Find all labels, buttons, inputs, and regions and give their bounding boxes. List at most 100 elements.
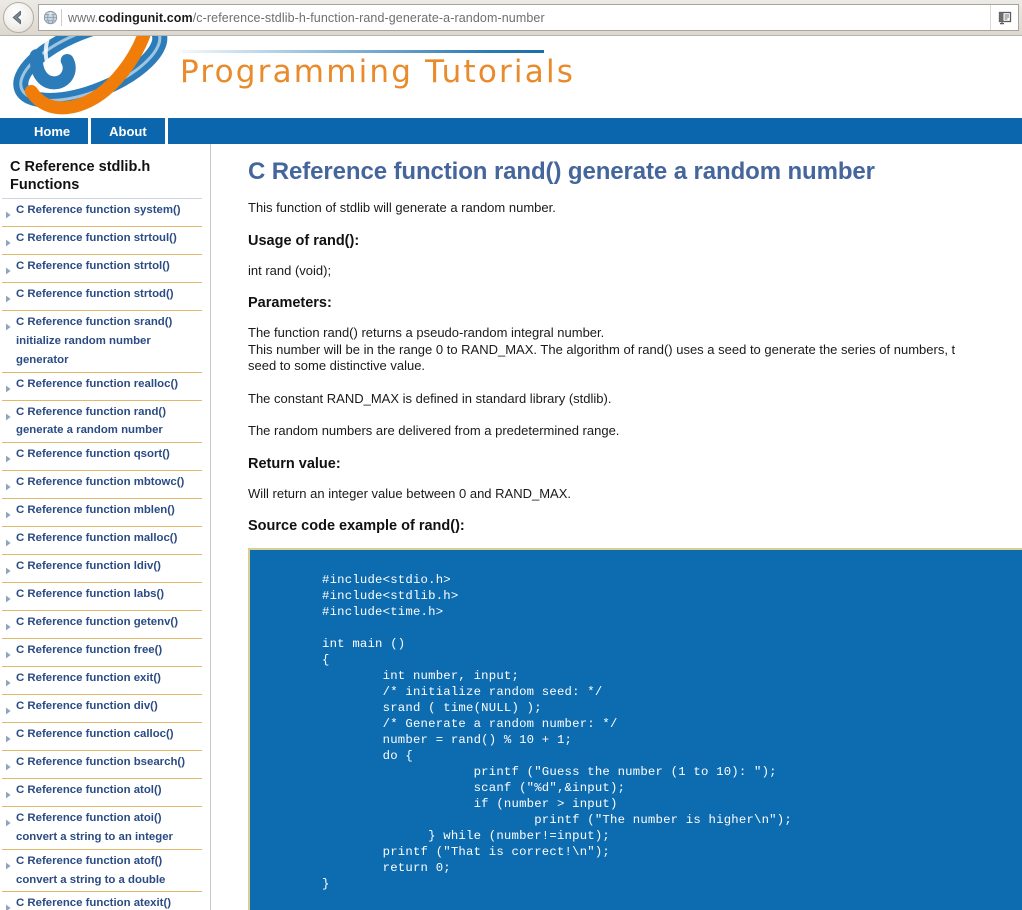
chevron-right-icon bbox=[5, 403, 16, 426]
sidebar-item[interactable]: C Reference function atof() convert a str… bbox=[2, 850, 202, 893]
chevron-right-icon bbox=[5, 753, 16, 776]
sidebar-item-row: C Reference function atof() convert a str… bbox=[2, 851, 202, 891]
chevron-right-icon bbox=[5, 852, 16, 875]
compatibility-view-icon[interactable] bbox=[990, 5, 1018, 30]
sidebar-item[interactable]: C Reference function mblen() bbox=[2, 499, 202, 528]
chevron-right-icon bbox=[5, 669, 16, 692]
parameters-note: The constant RAND_MAX is defined in stan… bbox=[248, 390, 612, 406]
sidebar-item-label: C Reference function atof() convert a str… bbox=[16, 852, 200, 890]
parameters-body: The function rand() returns a pseudo-ran… bbox=[248, 325, 956, 373]
sidebar-item-row: C Reference function exit() bbox=[2, 668, 202, 693]
chevron-right-icon bbox=[5, 313, 16, 336]
sidebar-item-row: C Reference function srand() initialize r… bbox=[2, 312, 202, 370]
chevron-right-icon bbox=[5, 229, 16, 252]
sidebar-item-sublabel: initialize random number generator bbox=[16, 335, 151, 366]
parameters-note-2: The random numbers are delivered from a … bbox=[248, 423, 620, 438]
chevron-right-icon bbox=[5, 585, 16, 608]
sidebar-item-label: C Reference function rand() generate a ra… bbox=[16, 403, 200, 441]
sidebar-item[interactable]: C Reference function getenv() bbox=[2, 611, 202, 640]
sidebar-item[interactable]: C Reference function system() bbox=[2, 198, 202, 228]
sidebar-item-label: C Reference function strtod() bbox=[16, 288, 174, 301]
usage-signature: int rand (void); bbox=[248, 262, 332, 278]
sidebar-item-row: C Reference function qsort() bbox=[2, 444, 202, 469]
sidebar-item[interactable]: C Reference function mbtowc() bbox=[2, 471, 202, 500]
swirl-logo-icon bbox=[6, 36, 172, 118]
sidebar-item-row: C Reference function realloc() bbox=[2, 374, 202, 399]
sidebar-item-label: C Reference function malloc() bbox=[16, 532, 178, 545]
sidebar-item-label: C Reference function getenv() bbox=[16, 616, 179, 629]
site-header: Programming Tutorials bbox=[0, 36, 1022, 118]
sidebar-item-row: C Reference function atoi() convert a str… bbox=[2, 808, 202, 848]
address-bar[interactable]: www.codingunit.com/c-reference-stdlib-h-… bbox=[38, 4, 1019, 31]
source-code-block: #include<stdio.h> #include<stdlib.h> #in… bbox=[248, 548, 1022, 910]
chevron-right-icon bbox=[5, 894, 16, 910]
back-button[interactable] bbox=[3, 2, 34, 33]
intro-paragraph: This function of stdlib will generate a … bbox=[248, 200, 556, 215]
sidebar-item[interactable]: C Reference function strtod() bbox=[2, 283, 202, 312]
sidebar-item-label: C Reference function calloc() bbox=[16, 728, 174, 741]
source-code-text: #include<stdio.h> #include<stdlib.h> #in… bbox=[322, 573, 792, 891]
sidebar-item[interactable]: C Reference function srand() initialize r… bbox=[2, 311, 202, 373]
sidebar-item[interactable]: C Reference function bsearch() bbox=[2, 751, 202, 780]
sidebar-item-row: C Reference function ldiv() bbox=[2, 556, 202, 581]
sidebar-item-label: C Reference function srand() initialize r… bbox=[16, 313, 200, 369]
sidebar-item[interactable]: C Reference function ldiv() bbox=[2, 555, 202, 584]
page-title: C Reference function rand() generate a r… bbox=[248, 158, 875, 185]
chevron-right-icon bbox=[5, 557, 16, 580]
back-arrow-icon bbox=[9, 8, 28, 27]
sidebar-item[interactable]: C Reference function free() bbox=[2, 639, 202, 668]
sidebar-item-row: C Reference function system() bbox=[2, 200, 202, 225]
chevron-right-icon bbox=[5, 529, 16, 552]
sidebar-item-row: C Reference function strtod() bbox=[2, 284, 202, 309]
sidebar-item[interactable]: C Reference function atoi() convert a str… bbox=[2, 807, 202, 850]
sidebar: C Reference stdlib.h Functions C Referen… bbox=[0, 144, 211, 910]
sidebar-item-row: C Reference function atol() bbox=[2, 780, 202, 805]
parameters-heading: Parameters: bbox=[248, 295, 332, 311]
sidebar-item-label: C Reference function atol() bbox=[16, 784, 162, 797]
chevron-right-icon bbox=[5, 781, 16, 804]
sidebar-item[interactable]: C Reference function qsort() bbox=[2, 443, 202, 472]
sidebar-item-label: C Reference function mblen() bbox=[16, 504, 175, 517]
sidebar-item-label: C Reference function free() bbox=[16, 644, 163, 657]
sidebar-item-row: C Reference function rand() generate a ra… bbox=[2, 402, 202, 442]
brand-title: Programming Tutorials bbox=[180, 54, 576, 90]
sidebar-item[interactable]: C Reference function rand() generate a ra… bbox=[2, 401, 202, 444]
sidebar-item[interactable]: C Reference function strtoul() bbox=[2, 227, 202, 256]
nav-item-home[interactable]: Home bbox=[16, 118, 88, 144]
sidebar-item[interactable]: C Reference function labs() bbox=[2, 583, 202, 612]
chevron-right-icon bbox=[5, 613, 16, 636]
chevron-right-icon bbox=[5, 501, 16, 524]
sidebar-item-label: C Reference function atoi() convert a str… bbox=[16, 809, 200, 847]
sidebar-item-label: C Reference function mbtowc() bbox=[16, 476, 185, 489]
sidebar-item-row: C Reference function atexit() bbox=[2, 893, 202, 910]
sidebar-item[interactable]: C Reference function strtol() bbox=[2, 255, 202, 284]
url-path: /c-reference-stdlib-h-function-rand-gene… bbox=[192, 10, 545, 25]
sidebar-item[interactable]: C Reference function atexit() bbox=[2, 892, 202, 910]
chevron-right-icon bbox=[5, 725, 16, 748]
sidebar-item[interactable]: C Reference function atol() bbox=[2, 779, 202, 808]
browser-chrome: www.codingunit.com/c-reference-stdlib-h-… bbox=[0, 0, 1022, 36]
sidebar-item-label: C Reference function qsort() bbox=[16, 448, 170, 461]
sidebar-item-label: C Reference function labs() bbox=[16, 588, 165, 601]
sidebar-item-label: C Reference function exit() bbox=[16, 672, 161, 685]
chevron-right-icon bbox=[5, 445, 16, 468]
sidebar-item[interactable]: C Reference function malloc() bbox=[2, 527, 202, 556]
nav-item-about[interactable]: About bbox=[91, 118, 165, 144]
main-nav: Home About bbox=[0, 118, 1022, 144]
sidebar-item-sublabel: convert a string to a double bbox=[16, 873, 166, 886]
sidebar-item[interactable]: C Reference function div() bbox=[2, 695, 202, 724]
sidebar-item-row: C Reference function strtol() bbox=[2, 256, 202, 281]
sidebar-item-label: C Reference function ldiv() bbox=[16, 560, 161, 573]
url-text: www.codingunit.com/c-reference-stdlib-h-… bbox=[68, 11, 990, 25]
sidebar-item[interactable]: C Reference function realloc() bbox=[2, 373, 202, 401]
sidebar-item-row: C Reference function bsearch() bbox=[2, 752, 202, 777]
sidebar-item[interactable]: C Reference function calloc() bbox=[2, 723, 202, 752]
chevron-right-icon bbox=[5, 201, 16, 224]
sidebar-item[interactable]: C Reference function exit() bbox=[2, 667, 202, 696]
sidebar-item-label: C Reference function bsearch() bbox=[16, 756, 185, 769]
sidebar-item-label: C Reference function strtol() bbox=[16, 260, 170, 273]
chevron-right-icon bbox=[5, 375, 16, 398]
usage-heading: Usage of rand(): bbox=[248, 232, 360, 249]
sidebar-list: C Reference function system() C Reference… bbox=[0, 198, 210, 910]
sidebar-item-label: C Reference function div() bbox=[16, 700, 158, 713]
